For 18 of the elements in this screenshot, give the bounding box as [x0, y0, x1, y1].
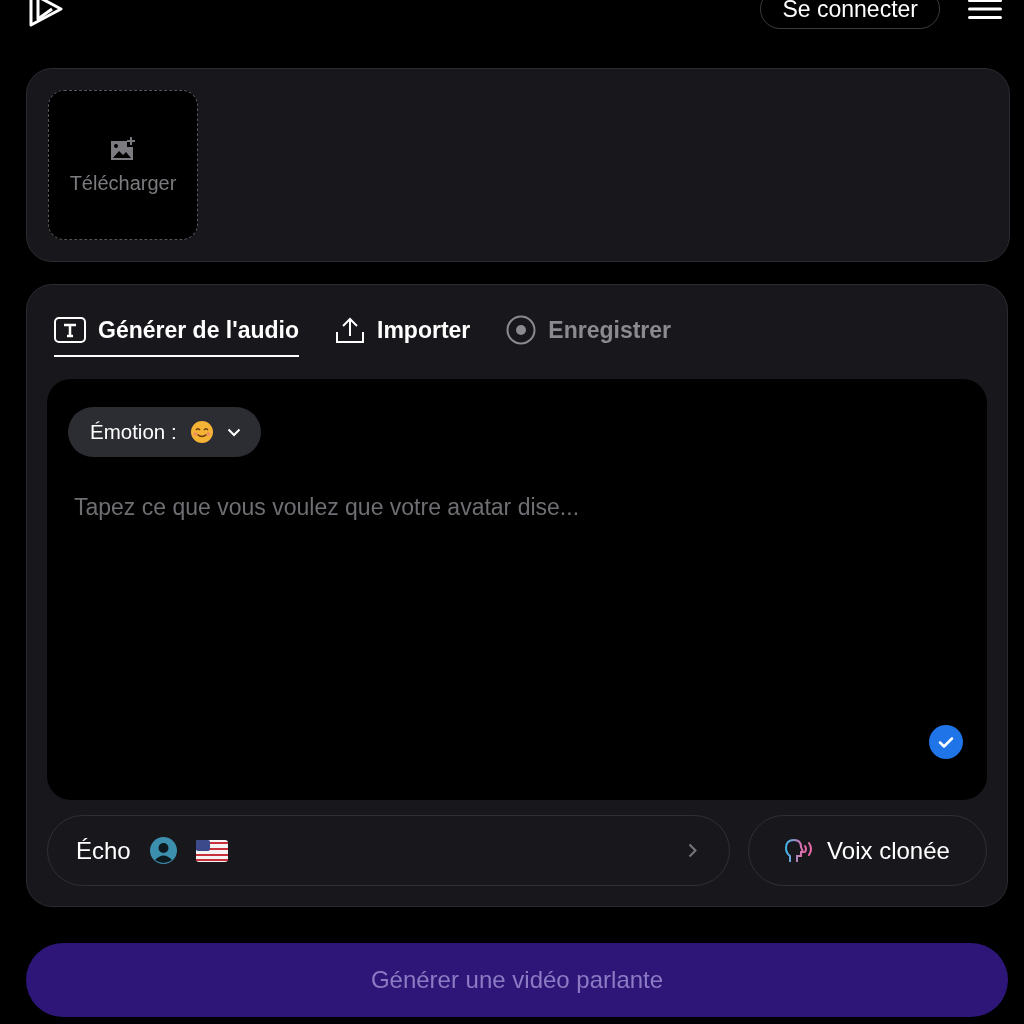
smiling-face-icon — [190, 421, 213, 443]
menu-icon[interactable] — [968, 0, 1002, 19]
text-icon — [54, 317, 86, 343]
audio-tab[interactable]: Importer — [335, 305, 471, 357]
image-add-icon — [109, 135, 137, 162]
flag-icon — [195, 839, 228, 862]
speaking-head-icon — [785, 837, 814, 864]
check-icon — [929, 725, 963, 759]
chevron-down-icon — [226, 427, 241, 437]
audio-tab[interactable]: Générer de l'audio — [54, 305, 300, 357]
record-icon — [506, 315, 537, 345]
login-button[interactable]: Se connecter — [760, 0, 940, 29]
avatar-icon — [149, 837, 177, 864]
emotion-dropdown[interactable]: Émotion : — [68, 407, 261, 457]
upload-button[interactable]: Télécharger — [48, 90, 198, 240]
chevron-right-icon — [688, 843, 697, 858]
upload-icon — [335, 316, 366, 344]
logo-icon[interactable] — [28, 0, 64, 27]
